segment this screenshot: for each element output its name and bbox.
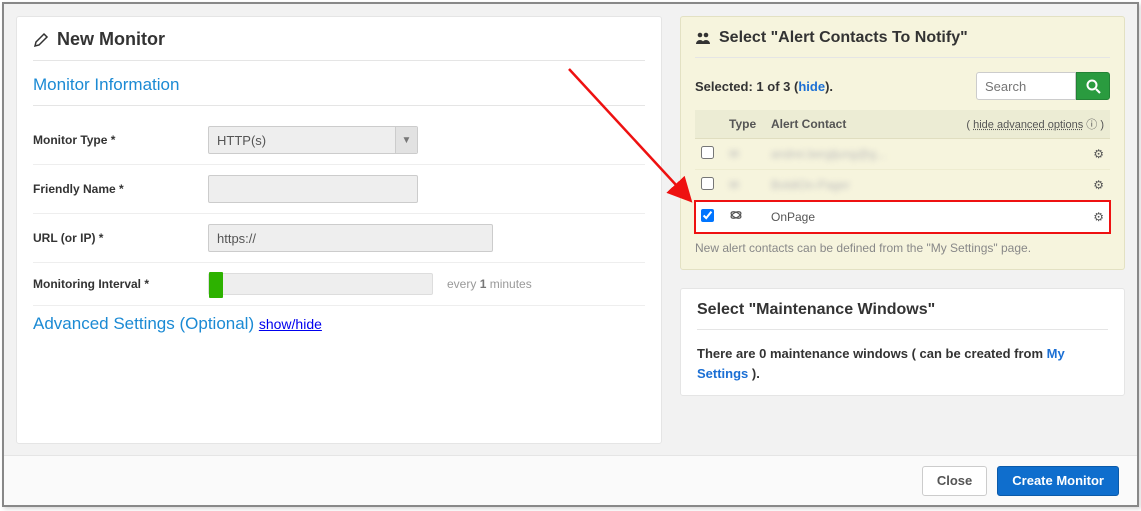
section-advanced: Advanced Settings (Optional) show/hide [33, 314, 645, 344]
panel-title-alert-text: Select "Alert Contacts To Notify" [719, 29, 968, 47]
panel-title-text: New Monitor [57, 29, 165, 50]
edit-icon [33, 32, 49, 48]
contact-name: OnPage [771, 210, 815, 224]
selected-summary: Selected: 1 of 3 (hide). [695, 79, 833, 94]
dialog-footer: Close Create Monitor [4, 455, 1137, 505]
row-monitor-type: Monitor Type * HTTP(s) ▼ [33, 116, 645, 165]
input-url[interactable] [208, 224, 493, 252]
table-row: ✉ andrei.bergljung@g... ⚙ [695, 139, 1110, 170]
contact-type-icon: ✉ [729, 147, 739, 161]
label-monitor-type: Monitor Type * [33, 133, 208, 147]
slider-interval[interactable] [208, 273, 433, 295]
contact-name: andrei.bergljung@g... [771, 147, 886, 161]
contact-name: BoldiOn-Pager [771, 178, 850, 192]
maintenance-body: There are 0 maintenance windows ( can be… [697, 344, 1108, 383]
slider-handle[interactable] [209, 272, 223, 298]
th-alert-contact: Alert Contact [765, 110, 923, 139]
chevron-down-icon: ▼ [395, 127, 417, 153]
alert-note: New alert contacts can be defined from t… [695, 241, 1110, 255]
new-monitor-panel: New Monitor Monitor Information Monitor … [16, 16, 662, 444]
users-icon [695, 30, 711, 46]
panel-title-new-monitor: New Monitor [33, 29, 645, 61]
label-url: URL (or IP) * [33, 231, 208, 245]
label-friendly-name: Friendly Name * [33, 182, 208, 196]
panel-title-maintenance: Select "Maintenance Windows" [697, 301, 1108, 330]
section-monitor-info: Monitor Information [33, 75, 645, 106]
th-type: Type [723, 110, 765, 139]
gear-icon[interactable]: ⚙ [1093, 178, 1104, 192]
contact-type-icon: ✉ [729, 178, 739, 192]
label-interval: Monitoring Interval * [33, 277, 208, 291]
contact-checkbox[interactable] [701, 177, 714, 190]
contacts-table: Type Alert Contact ( hide advanced optio… [695, 110, 1110, 233]
close-button[interactable]: Close [922, 466, 987, 496]
th-advanced-options: ( hide advanced options ⓘ ) [923, 110, 1110, 139]
row-friendly-name: Friendly Name * [33, 165, 645, 214]
input-friendly-name[interactable] [208, 175, 418, 203]
search-input[interactable] [976, 72, 1076, 100]
contact-checkbox[interactable] [701, 146, 714, 159]
link-show-hide-advanced[interactable]: show/hide [259, 316, 322, 332]
gear-icon[interactable]: ⚙ [1093, 210, 1104, 224]
interval-display: every 1 minutes [447, 277, 532, 291]
maintenance-panel: Select "Maintenance Windows" There are 0… [680, 288, 1125, 396]
row-interval: Monitoring Interval * every 1 minutes [33, 263, 645, 306]
link-hide-selected[interactable]: hide [798, 79, 825, 94]
search-icon [1085, 78, 1101, 94]
table-row: ✉ BoldiOn-Pager ⚙ [695, 170, 1110, 201]
alert-contacts-panel: Select "Alert Contacts To Notify" Select… [680, 16, 1125, 270]
search-group [976, 72, 1110, 100]
link-hide-advanced-options[interactable]: hide advanced options [973, 119, 1083, 131]
create-monitor-button[interactable]: Create Monitor [997, 466, 1119, 496]
info-icon: ⓘ [1086, 119, 1097, 131]
table-row-highlighted: OnPage ⚙ [695, 201, 1110, 233]
webhook-icon [729, 208, 743, 222]
row-url: URL (or IP) * [33, 214, 645, 263]
search-button[interactable] [1076, 72, 1110, 100]
panel-title-alert-contacts: Select "Alert Contacts To Notify" [695, 29, 1110, 58]
contact-checkbox[interactable] [701, 209, 714, 222]
gear-icon[interactable]: ⚙ [1093, 147, 1104, 161]
select-monitor-type-value: HTTP(s) [217, 133, 266, 148]
select-monitor-type[interactable]: HTTP(s) ▼ [208, 126, 418, 154]
